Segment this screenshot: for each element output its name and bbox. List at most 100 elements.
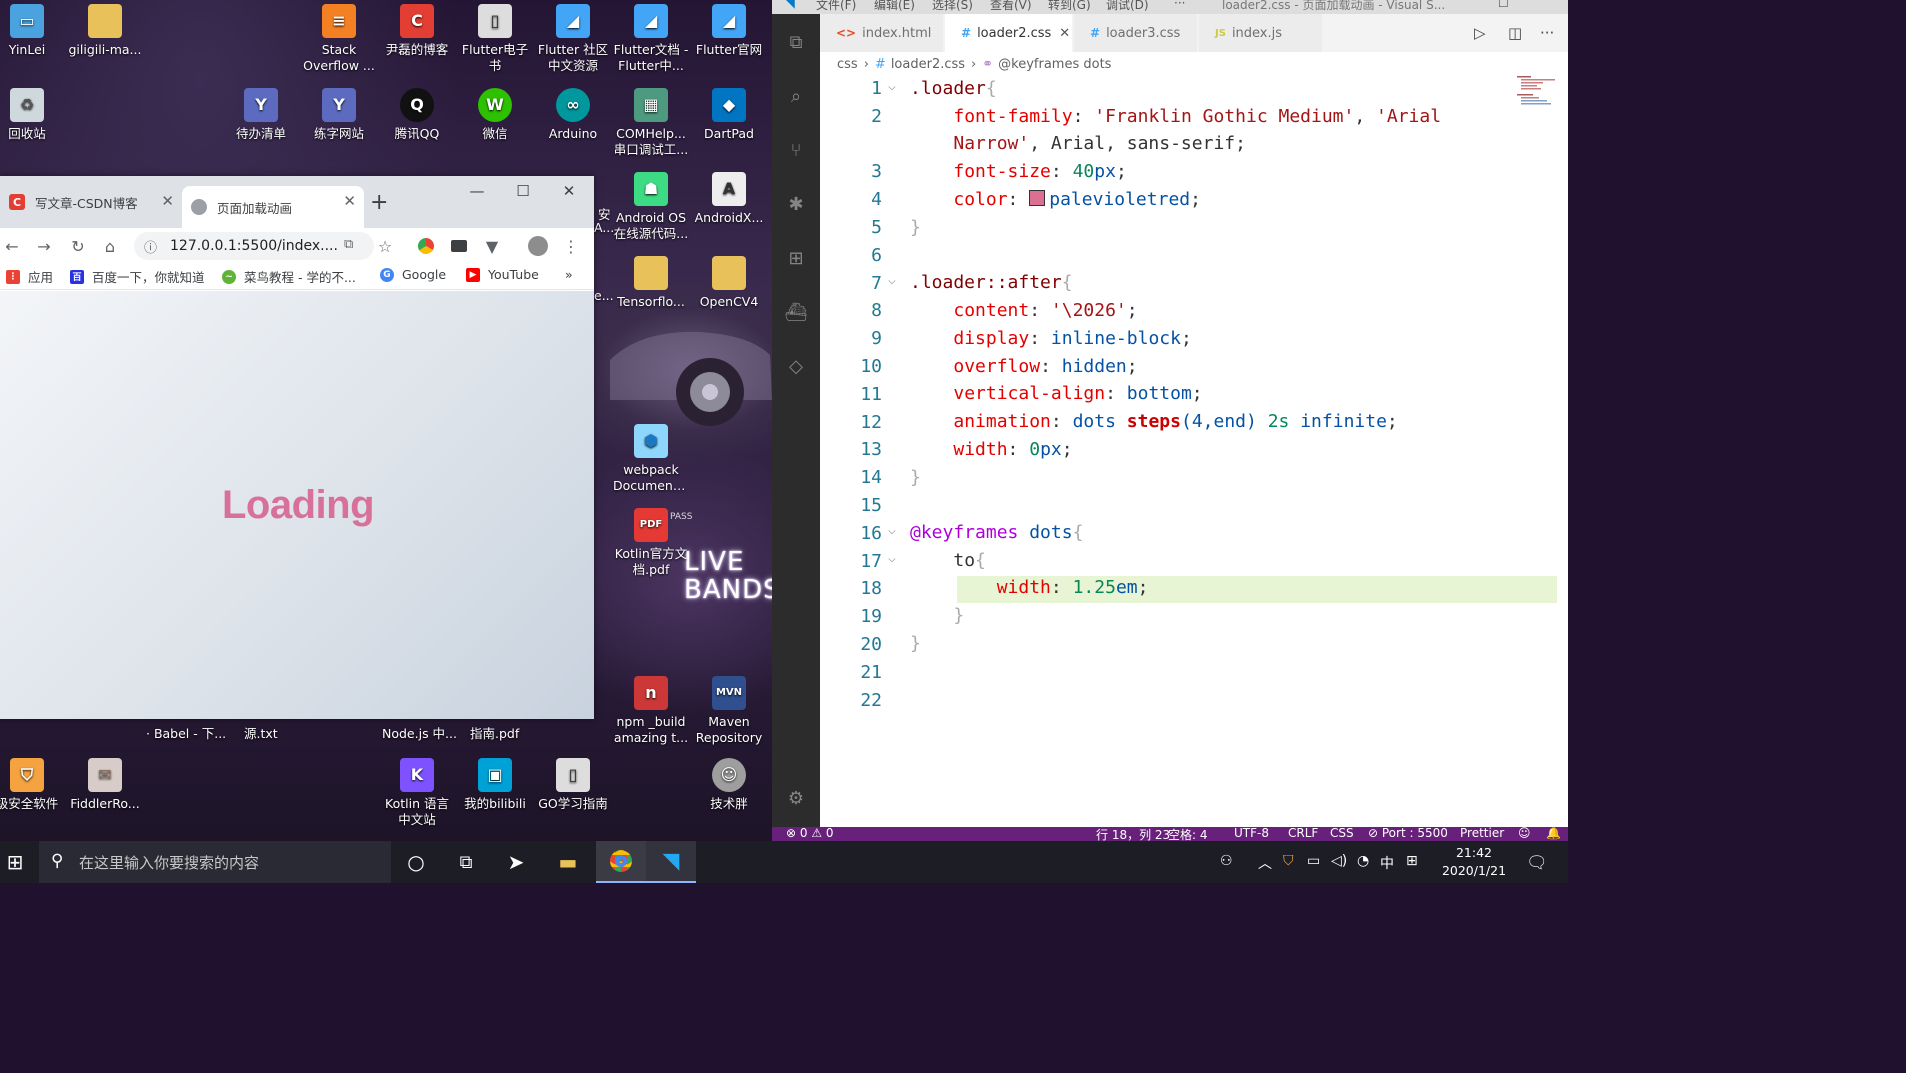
desktop-icon-flutter-docs[interactable]: ◢ Flutter文档 - Flutter中... — [612, 2, 690, 74]
search-icon[interactable]: ⌕ — [784, 84, 808, 108]
explorer-icon[interactable]: ⧉ — [784, 30, 808, 54]
desktop-icon-fiddler[interactable]: ✉ FiddlerRo... — [66, 756, 144, 812]
tab-index-js[interactable]: JS index.js — [1199, 14, 1323, 52]
bookmark-youtube[interactable]: ▶ YouTube — [466, 267, 539, 282]
info-icon[interactable]: ⓘ — [144, 237, 157, 256]
fold-chevron-icon[interactable]: ⌵ — [888, 273, 896, 288]
desktop-icon-androidx[interactable]: A AndroidX... — [690, 170, 768, 226]
home-icon[interactable]: ⌂ — [98, 234, 122, 258]
desktop-icon-dartpad[interactable]: ◆ DartPad — [690, 86, 768, 142]
settings-gear-icon[interactable]: ⚙ — [784, 786, 808, 810]
desktop-icon-go-guide[interactable]: ▯ GO学习指南 — [534, 756, 612, 812]
desktop-icon-csdn[interactable]: C 尹磊的博客 — [378, 2, 456, 58]
desktop-icon-qq[interactable]: Q 腾讯QQ — [378, 86, 456, 142]
fold-chevron-icon[interactable]: ⌵ — [888, 79, 896, 94]
code-editor[interactable]: 1 2 3 4 5 6 7 8 9 10 11 12 13 14 15 16 17 18 19 20 21 22 ⌵ ⌵ … — [820, 76, 1568, 827]
windows-start-icon[interactable]: ⊞ — [2, 849, 28, 875]
browser-tab-loading-page[interactable]: 页面加载动画 ✕ — [182, 186, 364, 228]
desktop-icon-calligraphy[interactable]: Y 练字网站 — [300, 86, 378, 142]
desktop-icon-android-source[interactable]: ☗ Android OS 在线源代码... — [612, 170, 690, 242]
extension-icon[interactable] — [414, 234, 438, 258]
cursor-position[interactable]: 行 18，列 23 — [1096, 827, 1170, 841]
browser-tab-csdn[interactable]: C 写文章-CSDN博客 ✕ — [0, 186, 182, 218]
indentation-indicator[interactable]: 空格: 4 — [1168, 827, 1208, 841]
desktop-icon-comhelper[interactable]: ▦ COMHelp... 串口调试工... — [612, 86, 690, 158]
new-tab-button[interactable]: + — [370, 190, 388, 215]
system-clock[interactable]: 21:42 2020/1/21 — [1428, 844, 1520, 880]
tab-index-html[interactable]: <> index.html — [820, 14, 944, 52]
desktop-icon-npm[interactable]: n npm _build amazing t... — [612, 674, 690, 746]
desktop-icon-webpack[interactable]: ⬢ webpack Document... — [612, 422, 690, 494]
bookmark-google[interactable]: G Google — [380, 267, 446, 282]
menu-more[interactable]: ··· — [1174, 0, 1185, 10]
desktop-icon-flutter-community[interactable]: ◢ Flutter 社区中文资源 — [534, 2, 612, 74]
address-bar[interactable]: ⓘ 127.0.0.1:5500/index.... ⧉ — [134, 232, 374, 260]
minimap[interactable] — [1517, 76, 1567, 116]
desktop-partial-label[interactable]: 指南.pdf — [470, 723, 519, 742]
eol-indicator[interactable]: CRLF — [1288, 827, 1318, 840]
bookmarks-overflow-button[interactable]: » — [565, 267, 573, 282]
more-actions-icon[interactable]: ··· — [1540, 24, 1554, 42]
extensions-icon[interactable]: ⊞ — [784, 246, 808, 270]
desktop-icon-arduino[interactable]: ∞ Arduino — [534, 86, 612, 142]
tab-loader2-css[interactable]: # loader2.css ✕ — [945, 14, 1073, 52]
battery-icon[interactable]: ▭ — [1307, 853, 1320, 869]
menu-icon[interactable]: ⋮ — [559, 234, 583, 258]
breadcrumb-folder[interactable]: css — [837, 57, 858, 72]
desktop-partial-label[interactable]: e... — [594, 288, 614, 303]
desktop-icon-kotlin-pdf[interactable]: PDF Kotlin官方文档.pdf — [612, 506, 690, 578]
vscode-taskbar-button[interactable]: ◥ — [646, 841, 696, 883]
maximize-button[interactable]: ☐ — [1498, 0, 1509, 10]
debug-icon[interactable]: ✱ — [784, 192, 808, 216]
language-indicator[interactable]: CSS — [1330, 827, 1354, 840]
desktop-icon-computer[interactable]: ▭ YinLei — [0, 2, 66, 58]
problems-indicator[interactable]: ⊗ 0 ⚠ 0 — [786, 827, 834, 840]
desktop-icon-maven[interactable]: MVN Maven Repository — [690, 674, 768, 746]
breadcrumb-file[interactable]: loader2.css — [891, 57, 965, 72]
breadcrumb-symbol[interactable]: @keyframes dots — [998, 57, 1111, 72]
run-icon[interactable]: ▷ — [1474, 24, 1486, 42]
bookmark-runoob[interactable]: ~ 菜鸟教程 - 学的不... — [222, 267, 356, 286]
color-swatch[interactable] — [1029, 190, 1046, 206]
volume-icon[interactable]: ◁) — [1331, 853, 1347, 869]
people-icon[interactable]: ⚇ — [1220, 853, 1233, 869]
encoding-indicator[interactable]: UTF-8 — [1234, 827, 1269, 840]
menu-goto[interactable]: 转到(G) — [1048, 0, 1091, 13]
forward-icon[interactable]: → — [32, 234, 56, 258]
desktop-icon-recycle-bin[interactable]: ♻ 回收站 — [0, 86, 66, 142]
desktop-partial-label[interactable]: 源.txt — [244, 723, 278, 742]
close-tab-icon[interactable]: ✕ — [1059, 26, 1070, 41]
menu-view[interactable]: 查看(V) — [990, 0, 1032, 13]
close-tab-icon[interactable]: ✕ — [161, 192, 174, 210]
send-app-icon[interactable]: ➤ — [503, 849, 529, 875]
security-tray-icon[interactable]: ⛉ — [1283, 853, 1294, 869]
cortana-icon[interactable]: ○ — [403, 849, 429, 875]
split-editor-icon[interactable]: ◫ — [1508, 24, 1522, 42]
show-hidden-icons-chevron[interactable]: ︿ — [1258, 853, 1272, 873]
tab-loader3-css[interactable]: # loader3.css — [1074, 14, 1198, 52]
bookmark-star-icon[interactable]: ☆ — [373, 234, 397, 258]
maximize-button[interactable]: ☐ — [500, 182, 546, 200]
desktop-icon-bilibili[interactable]: ▣ 我的bilibili — [456, 756, 534, 812]
desktop-icon-folder[interactable]: giligili-ma... — [66, 2, 144, 58]
docker-icon[interactable]: ⛴ — [784, 300, 808, 324]
menu-selection[interactable]: 选择(S) — [932, 0, 973, 13]
source-control-icon[interactable]: ⑂ — [784, 138, 808, 162]
extension-icon[interactable]: ▼ — [480, 234, 504, 258]
desktop-partial-label[interactable]: · Babel - 下... — [146, 723, 226, 742]
action-center-icon[interactable]: 🗨 — [1526, 853, 1548, 873]
notifications-icon[interactable]: 🔔 — [1546, 827, 1561, 840]
desktop-icon-opencv[interactable]: OpenCV4 — [690, 254, 768, 310]
fold-chevron-icon[interactable]: ⌵ — [888, 551, 896, 566]
desktop-partial-label[interactable]: Node.js 中... — [382, 723, 457, 742]
task-view-icon[interactable]: ⧉ — [453, 849, 479, 875]
desktop-icon-tensorflow[interactable]: Tensorflo... — [612, 254, 690, 310]
taskbar-search-box[interactable]: ⚲ 在这里输入你要搜索的内容 — [39, 841, 391, 883]
minimize-button[interactable]: — — [454, 182, 500, 200]
close-tab-icon[interactable]: ✕ — [343, 192, 356, 210]
live-server-port[interactable]: ⊘ Port : 5500 — [1368, 827, 1448, 840]
back-icon[interactable]: ← — [0, 234, 24, 258]
bookmark-apps[interactable]: ⋮ 应用 — [6, 267, 53, 286]
feedback-icon[interactable]: ☺ — [1518, 827, 1531, 840]
prettier-indicator[interactable]: Prettier — [1460, 827, 1504, 840]
